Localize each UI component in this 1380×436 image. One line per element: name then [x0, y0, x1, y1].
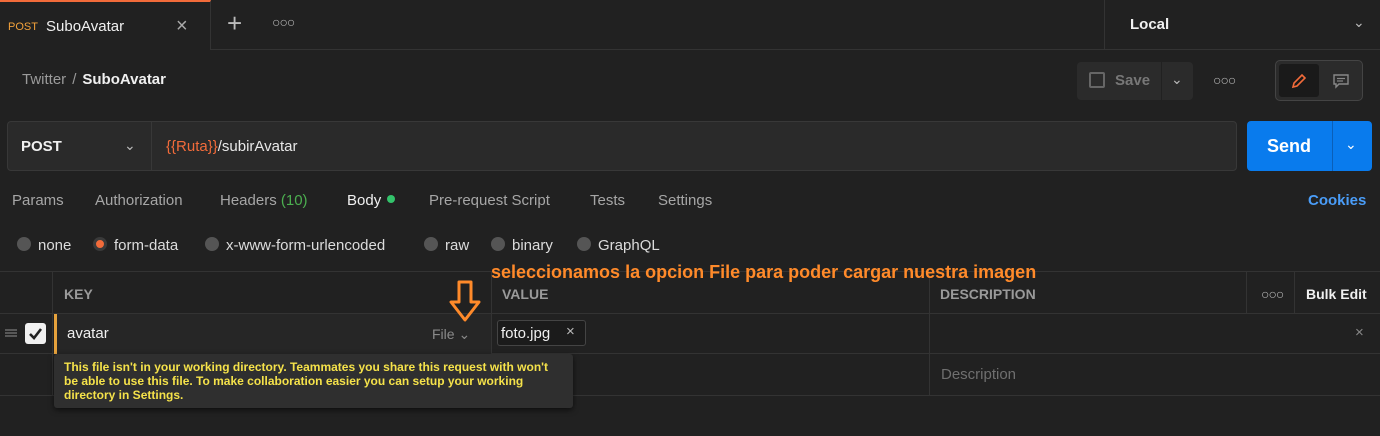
breadcrumb-collection[interactable]: Twitter	[22, 71, 66, 88]
radio-icon	[577, 237, 591, 251]
chevron-down-icon[interactable]: ⌄	[1345, 136, 1357, 153]
radio-icon	[424, 237, 438, 251]
tab-tests[interactable]: Tests	[590, 192, 625, 209]
method-selector[interactable]: POST ⌄	[8, 122, 152, 170]
tooltip-text: This file isn't in your working director…	[64, 360, 549, 402]
request-tab[interactable]: POST SuboAvatar ×	[0, 0, 211, 50]
delete-row-icon[interactable]: ×	[1355, 324, 1364, 341]
tab-body-label: Body	[347, 192, 382, 209]
method-label: POST	[21, 138, 62, 155]
tab-bar: POST SuboAvatar × + ○○○ Local ⌄	[0, 0, 1380, 50]
send-label: Send	[1267, 136, 1312, 156]
edit-mode-button[interactable]	[1279, 64, 1319, 97]
key-column-header: KEY	[64, 286, 93, 302]
tab-prerequest-script[interactable]: Pre-request Script	[429, 192, 550, 209]
divider	[1332, 121, 1333, 171]
divider	[1294, 271, 1295, 314]
save-label: Save	[1115, 72, 1151, 89]
description-column-header: DESCRIPTION	[940, 286, 1036, 302]
body-type-graphql[interactable]: GraphQL	[577, 237, 660, 254]
table-row: avatar File ⌄ foto.jpg × ×	[0, 314, 1380, 354]
pencil-icon	[1291, 73, 1307, 89]
add-tab-icon[interactable]: +	[227, 10, 242, 36]
tab-body[interactable]: Body	[347, 192, 396, 209]
cookies-link[interactable]: Cookies	[1308, 192, 1366, 209]
url-input[interactable]: {{Ruta}}/subirAvatar	[166, 138, 298, 155]
radio-icon	[205, 237, 219, 251]
tab-headers[interactable]: Headers (10)	[220, 192, 308, 209]
radio-label: x-www-form-urlencoded	[226, 237, 386, 254]
radio-label: GraphQL	[598, 237, 660, 254]
body-type-none[interactable]: none	[17, 237, 71, 254]
column-options-icon[interactable]: ○○○	[1261, 286, 1284, 302]
environment-selector[interactable]: Local ⌄	[1104, 0, 1380, 50]
radio-label: binary	[512, 237, 553, 254]
url-bar: POST ⌄ {{Ruta}}/subirAvatar	[7, 121, 1237, 171]
url-path: /subirAvatar	[217, 138, 298, 155]
row-enabled-checkbox[interactable]	[25, 323, 46, 344]
file-name: foto.jpg	[501, 325, 551, 342]
chevron-down-icon[interactable]: ⌄	[1171, 71, 1183, 88]
mode-toggle	[1275, 60, 1363, 101]
more-tabs-icon[interactable]: ○○○	[272, 14, 295, 30]
comment-icon	[1333, 74, 1349, 89]
radio-label: raw	[445, 237, 470, 254]
radio-label: form-data	[114, 237, 179, 254]
bulk-edit-button[interactable]: Bulk Edit	[1306, 286, 1367, 302]
key-value: avatar	[67, 325, 109, 342]
breadcrumb-separator: /	[72, 71, 77, 88]
radio-selected-icon	[93, 237, 107, 251]
key-type-selector[interactable]: File ⌄	[432, 326, 470, 343]
body-type-urlencoded[interactable]: x-www-form-urlencoded	[205, 237, 385, 254]
body-type-raw[interactable]: raw	[424, 237, 469, 254]
body-indicator-dot	[387, 195, 396, 203]
arrow-down-icon	[449, 280, 481, 322]
body-type-binary[interactable]: binary	[491, 237, 553, 254]
tab-headers-label: Headers	[220, 192, 277, 209]
key-type-label: File	[432, 326, 455, 342]
more-options-icon[interactable]: ○○○	[1213, 72, 1236, 88]
save-icon	[1089, 72, 1105, 88]
body-type-form-data[interactable]: form-data	[93, 237, 178, 254]
divider	[1246, 271, 1247, 314]
description-input[interactable]: Description	[941, 366, 1016, 383]
headers-count: (10)	[280, 192, 308, 209]
tab-params[interactable]: Params	[12, 192, 64, 209]
radio-icon	[17, 237, 31, 251]
breadcrumb-request[interactable]: SuboAvatar	[82, 71, 166, 88]
tab-title: SuboAvatar	[46, 18, 125, 35]
tab-authorization[interactable]: Authorization	[95, 192, 183, 209]
tab-method: POST	[8, 21, 38, 33]
close-icon[interactable]: ×	[176, 16, 188, 36]
tab-settings[interactable]: Settings	[658, 192, 712, 209]
environment-label: Local	[1130, 16, 1170, 33]
breadcrumb: Twitter / SuboAvatar	[22, 71, 166, 88]
key-field[interactable]: avatar File ⌄	[54, 314, 491, 354]
chevron-down-icon: ⌄	[1353, 14, 1365, 30]
value-column-header: VALUE	[502, 286, 549, 302]
checkmark-icon	[29, 328, 43, 340]
url-variable: {{Ruta}}	[166, 138, 218, 155]
remove-file-icon[interactable]: ×	[566, 323, 575, 340]
drag-handle-icon[interactable]	[4, 326, 18, 340]
send-button[interactable]: Send ⌄	[1247, 121, 1372, 171]
annotation-text: seleccionamos la opcion File para poder …	[491, 262, 1037, 282]
file-chip[interactable]: foto.jpg ×	[497, 320, 586, 346]
working-directory-tooltip: This file isn't in your working director…	[54, 354, 573, 408]
radio-icon	[491, 237, 505, 251]
comments-button[interactable]	[1322, 64, 1360, 97]
chevron-down-icon: ⌄	[124, 137, 136, 153]
divider	[1161, 62, 1162, 100]
save-button[interactable]: Save ⌄	[1077, 62, 1193, 100]
radio-label: none	[38, 237, 72, 254]
